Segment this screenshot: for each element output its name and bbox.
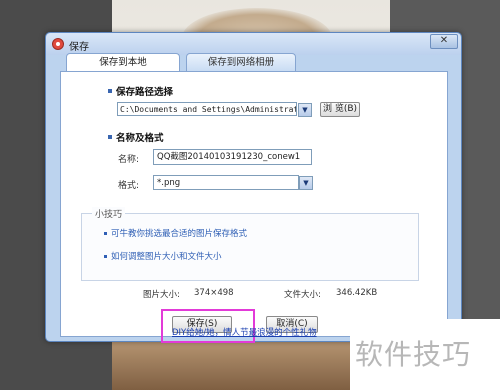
tab-save-album[interactable]: 保存到网络相册 [186, 53, 296, 72]
tips-title: 小技巧 [92, 207, 126, 220]
chevron-down-icon: ▼ [303, 179, 309, 187]
name-label: 名称: [118, 155, 140, 165]
tab-save-local[interactable]: 保存到本地 [66, 53, 180, 73]
section-bullet-icon [108, 135, 112, 139]
watermark-text: 软件技巧 [355, 338, 472, 371]
dialog-title: 保存 [69, 42, 89, 53]
name-format-title: 名称及格式 [116, 133, 164, 144]
promo-link[interactable]: DIY给她/她，情人节最浪漫的个性礼物 [172, 326, 317, 338]
section-bullet-icon [108, 89, 112, 93]
tip-link-format[interactable]: 可牛教你挑选最合适的图片保存格式 [111, 227, 247, 239]
tip-bullet-icon [104, 255, 107, 258]
tip-bullet-icon [104, 232, 107, 235]
browse-button[interactable]: 浏 览(B) [320, 102, 360, 117]
save-dialog: 保存 ✕ 保存到本地 保存到网络相册 保存路径选择 C:\Documents a… [45, 32, 462, 343]
image-size-value: 374×498 [194, 288, 234, 298]
tab-panel: 保存路径选择 C:\Documents and Settings\Adminis… [60, 71, 448, 343]
save-path-title: 保存路径选择 [116, 87, 174, 98]
chevron-down-icon: ▼ [302, 106, 308, 114]
save-path-combo[interactable]: C:\Documents and Settings\Administrator\… [117, 102, 297, 116]
image-size-label: 图片大小: [143, 290, 180, 300]
app-icon [52, 38, 64, 50]
file-size-value: 346.42KB [336, 288, 378, 298]
dialog-titlebar[interactable]: 保存 ✕ [46, 33, 461, 55]
file-size-label: 文件大小: [284, 290, 321, 300]
tips-group: 小技巧 可牛教你挑选最合适的图片保存格式 如何调整图片大小和文件大小 [81, 207, 419, 281]
close-button[interactable]: ✕ [430, 34, 458, 49]
format-label: 格式: [118, 181, 140, 191]
file-name-input[interactable]: QQ截图20140103191230_conew1 [153, 149, 312, 165]
tip-link-resize[interactable]: 如何调整图片大小和文件大小 [111, 250, 222, 262]
save-path-dropdown-button[interactable]: ▼ [298, 103, 312, 117]
format-dropdown-button[interactable]: ▼ [299, 176, 313, 190]
close-icon: ✕ [439, 35, 449, 46]
format-select[interactable]: *.png [153, 175, 299, 190]
